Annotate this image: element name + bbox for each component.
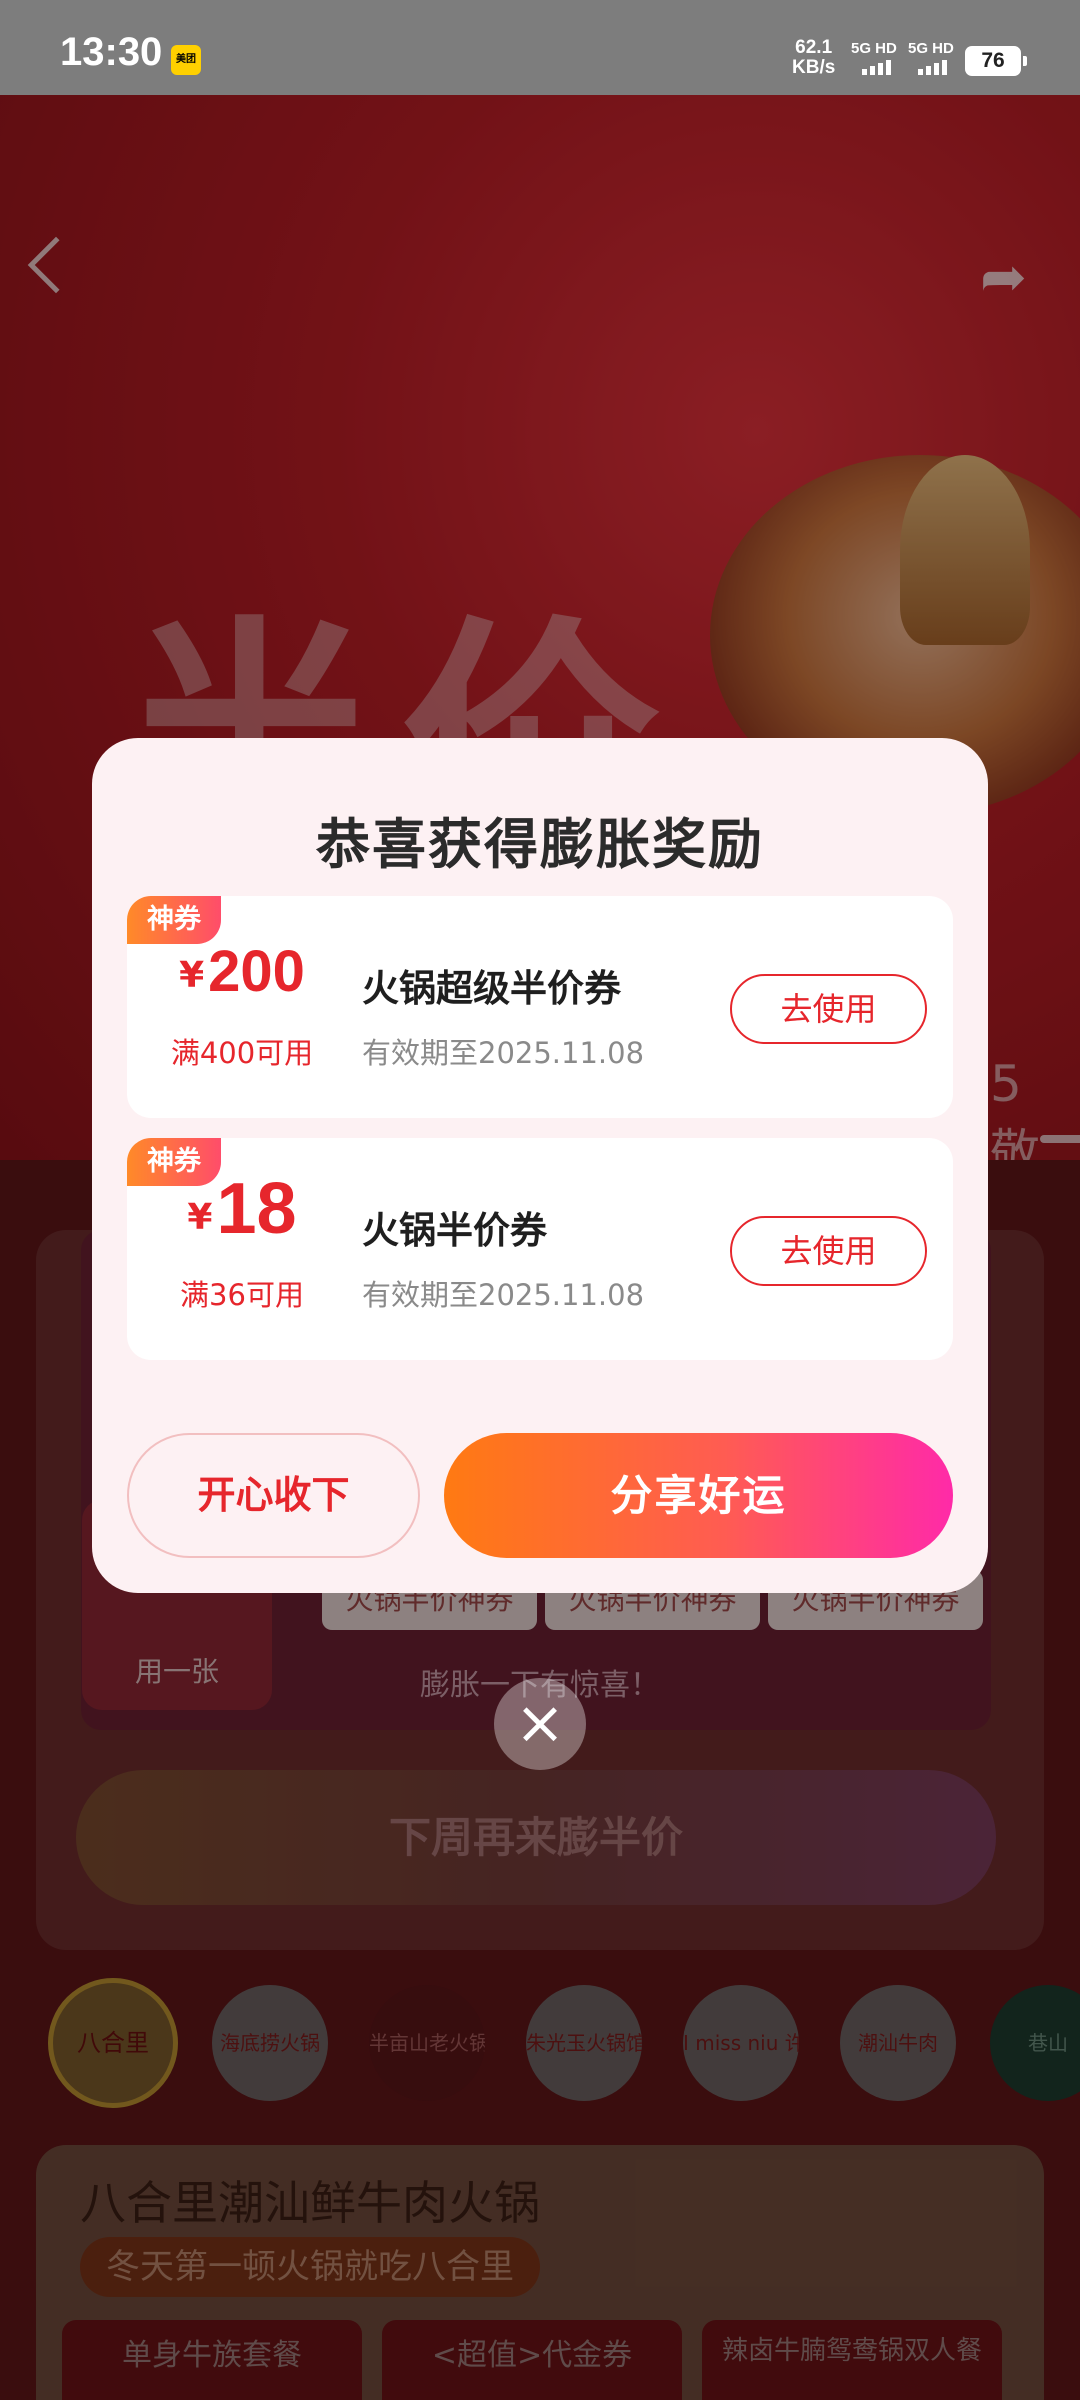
share-luck-button[interactable]: 分享好运: [444, 1433, 953, 1558]
coupon-amount-value: 200: [208, 939, 305, 1004]
currency-symbol: ¥: [179, 955, 205, 996]
network-speed: 62.1 KB/s: [792, 38, 835, 78]
use-coupon-button[interactable]: 去使用: [730, 974, 927, 1044]
use-coupon-button[interactable]: 去使用: [730, 1216, 927, 1286]
coupon-card: 神券 ¥18 满36可用 火锅半价券 有效期至2025.11.08 去使用: [127, 1138, 953, 1360]
close-icon[interactable]: ×: [494, 1678, 586, 1770]
sim2-network-label: 5G HD: [908, 40, 954, 57]
coupon-condition: 满36可用: [180, 1278, 304, 1312]
sim1-signal-icon: [862, 60, 891, 75]
status-time: 13:30: [60, 30, 163, 74]
sim1-network-label: 5G HD: [851, 40, 897, 57]
reward-dialog: 恭喜获得膨胀奖励 神券 ¥200 满400可用 火锅超级半价券 有效期至2025…: [92, 738, 988, 1593]
accept-button[interactable]: 开心收下: [127, 1433, 420, 1558]
coupon-amount: ¥18: [127, 1168, 357, 1250]
status-bar: 13:30 美团 62.1 KB/s 5G HD 5G HD 76: [0, 0, 1080, 95]
coupon-validity: 有效期至2025.11.08: [362, 1036, 645, 1070]
currency-symbol: ¥: [187, 1197, 213, 1238]
coupon-card: 神券 ¥200 满400可用 火锅超级半价券 有效期至2025.11.08 去使…: [127, 896, 953, 1118]
coupon-amount: ¥200: [127, 938, 357, 1005]
network-speed-unit: KB/s: [792, 57, 836, 78]
coupon-name: 火锅半价券: [362, 1209, 547, 1252]
dialog-title: 恭喜获得膨胀奖励: [316, 813, 764, 876]
coupon-validity: 有效期至2025.11.08: [362, 1278, 645, 1312]
coupon-amount-value: 18: [216, 1169, 297, 1249]
meituan-app-icon: 美团: [171, 45, 201, 75]
battery-icon: 76: [965, 46, 1027, 76]
coupon-tag: 神券: [127, 896, 221, 944]
sim2-signal-icon: [918, 60, 947, 75]
coupon-name: 火锅超级半价券: [362, 967, 621, 1010]
coupon-condition: 满400可用: [170, 1036, 314, 1070]
network-speed-value: 62.1: [795, 37, 833, 58]
